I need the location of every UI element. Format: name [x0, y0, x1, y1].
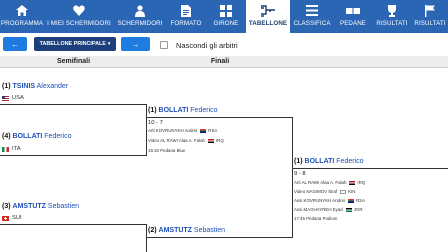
home-icon [0, 4, 44, 17]
arrow-right-icon: → [131, 39, 140, 49]
final-top-location: 15:10 Pedana Blue [148, 148, 186, 153]
rsa-flag-icon [348, 198, 354, 203]
kin-flag-icon [340, 189, 347, 194]
hide-referees-label[interactable]: Nascondi gli arbitri [176, 41, 238, 50]
sf1-connector [146, 104, 147, 156]
bracket-icon [246, 4, 290, 17]
nav-risultati-2[interactable]: RISULTATI [412, 0, 448, 33]
winner-referee-3: Assi KOVRUNYKH Andrei RSA [294, 198, 366, 203]
nav-risultati[interactable]: RISULTATI [372, 0, 412, 33]
final-top-line [147, 117, 293, 118]
nav-formato[interactable]: FORMATO [166, 0, 206, 33]
winner-line [293, 168, 448, 169]
sf1-bottom-country: ITA [2, 146, 21, 152]
top-navigation: PROGRAMMA I MIEI SCHERMIDORI SCHERMIDORI… [0, 0, 448, 33]
list-icon [290, 4, 334, 17]
ita-flag-icon [2, 146, 9, 152]
sf2-top-country: SUI [2, 215, 22, 221]
chevron-down-icon: ▾ [107, 41, 111, 47]
sui-flag-icon [2, 215, 9, 221]
nav-tabellone[interactable]: TABELLONE [246, 0, 290, 33]
next-button[interactable]: → [121, 37, 150, 51]
bracket-select-dropdown[interactable]: TABELLONE PRINCIPALE ▾ [34, 37, 116, 51]
final-top-athlete[interactable]: (1) BOLLATI Federico [148, 107, 218, 114]
piste-icon [334, 4, 372, 17]
header-winner [293, 56, 448, 68]
fencer-icon [114, 4, 166, 17]
irq-flag-icon [207, 138, 214, 143]
winner-referee-4: Assi MAGHAYREH Eyad JOR [294, 207, 363, 212]
final-bottom-athlete[interactable]: (2) AMSTUTZ Sebastien [148, 227, 225, 234]
sf2-top-athlete[interactable]: (3) AMSTUTZ Sebastien [2, 203, 79, 210]
sf1-bottom-line [0, 155, 147, 156]
final-top-score: 10 - 7 [148, 120, 163, 126]
trophy-icon [372, 4, 412, 17]
arrow-left-icon: ← [11, 39, 19, 49]
nav-i-miei-schermidori[interactable]: I MIEI SCHERMIDORI [44, 0, 114, 33]
winner-score: 9 - 8 [294, 171, 306, 177]
heart-icon [44, 4, 114, 17]
usa-flag-icon [2, 95, 9, 101]
hide-referees-checkbox[interactable] [160, 41, 168, 49]
header-finals: Finali [147, 56, 293, 68]
winner-athlete[interactable]: (1) BOLLATI Federico [294, 158, 364, 165]
nav-classifica[interactable]: CLASSIFICA [290, 0, 334, 33]
sf1-top-country: USA [2, 95, 24, 101]
grid-icon [206, 4, 246, 17]
nav-pedane[interactable]: PEDANE [334, 0, 372, 33]
winner-location: 17:45 Pedana Podium [294, 216, 338, 221]
sf1-top-line [0, 104, 147, 105]
previous-button[interactable]: ← [3, 37, 27, 51]
bracket-toolbar: ← TABELLONE PRINCIPALE ▾ → Nascondi gli … [0, 33, 448, 55]
final-top-referee-2: Video AL RAWI Alaa A. Falah IRQ [148, 138, 224, 143]
sf1-bottom-athlete[interactable]: (4) BOLLATI Federico [2, 133, 72, 140]
nav-programma[interactable]: PROGRAMMA [0, 0, 44, 33]
sf2-connector [146, 224, 147, 252]
nav-girone[interactable]: GIRONE [206, 0, 246, 33]
rsa-flag-icon [200, 128, 207, 133]
final-top-referee-1: Arti KOVRUNYKH Andrei RSA [148, 128, 218, 133]
sf1-top-athlete[interactable]: (1) TSINIS Alexander [2, 83, 68, 90]
final-bottom-line [147, 237, 293, 238]
document-icon [166, 4, 206, 17]
jor-flag-icon [345, 207, 352, 212]
winner-referee-1: Arti AL RAWI Alaa A. Falah IRQ [294, 180, 366, 185]
winner-referee-2: Video NAGIMOV Ibraf KIN [294, 189, 356, 194]
final-connector [292, 117, 293, 237]
flag-icon [412, 4, 448, 17]
irq-flag-icon [349, 180, 356, 185]
sf2-top-line [0, 224, 147, 225]
header-semifinals: Semifinali [0, 56, 147, 68]
nav-schermidori[interactable]: SCHERMIDORI [114, 0, 166, 33]
